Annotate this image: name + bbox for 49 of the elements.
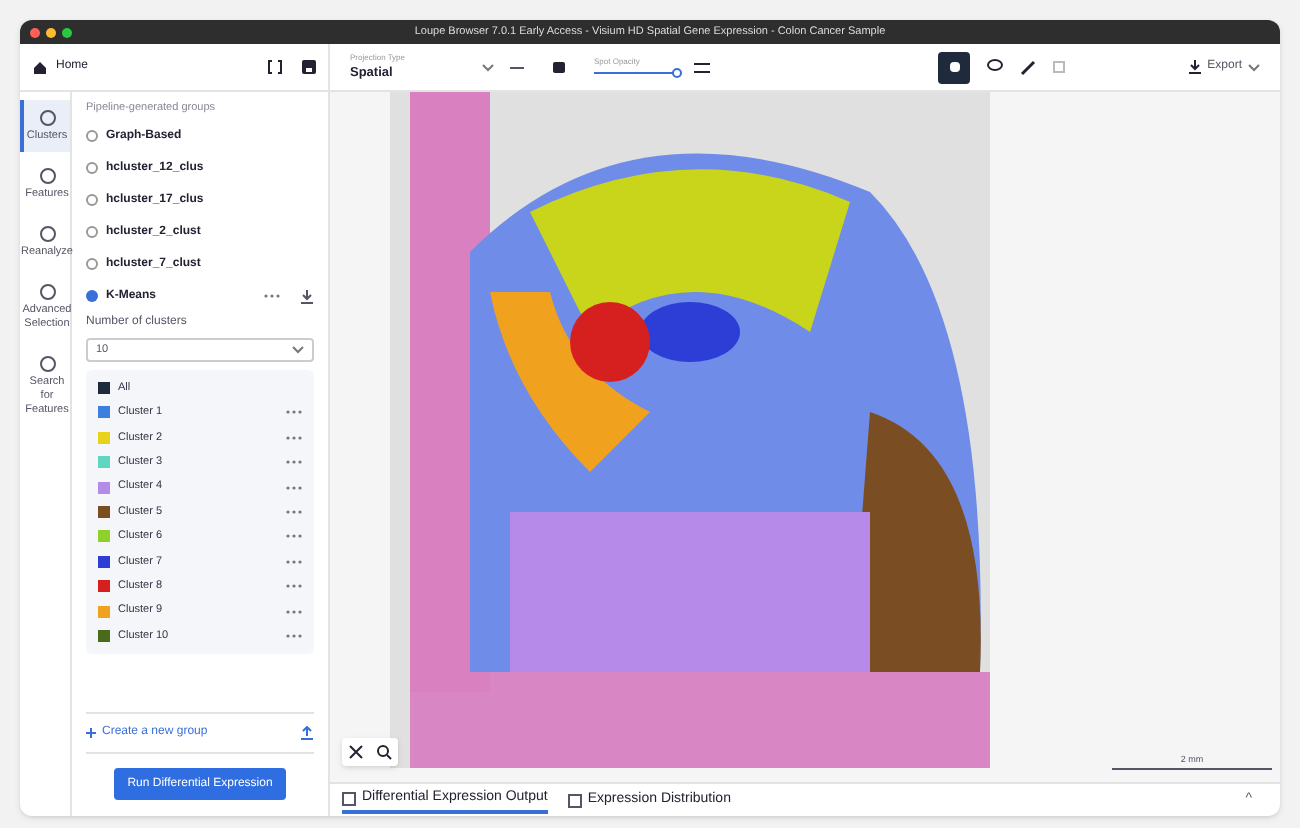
radio-button[interactable] [86, 226, 98, 239]
radio-button[interactable] [86, 162, 98, 175]
more-icon[interactable] [286, 460, 302, 465]
download-icon [1187, 60, 1202, 74]
more-icon[interactable] [286, 435, 302, 440]
radio-button[interactable] [86, 290, 98, 303]
checkbox[interactable] [98, 406, 110, 419]
close-button[interactable] [30, 27, 40, 37]
nav-icon [37, 166, 57, 186]
more-icon[interactable] [286, 633, 302, 638]
more-icon[interactable] [286, 485, 302, 490]
checkbox[interactable] [98, 382, 110, 395]
nav-icon [37, 108, 57, 128]
chevron-down-icon[interactable] [292, 346, 304, 355]
radio-button[interactable] [86, 194, 98, 207]
nav-icon [37, 354, 57, 374]
more-icon[interactable] [286, 609, 302, 614]
checkbox[interactable] [98, 530, 110, 543]
minus-icon[interactable] [510, 65, 524, 69]
tab-icon [567, 793, 582, 807]
checkbox[interactable] [98, 605, 110, 618]
minimize-button[interactable] [46, 27, 56, 37]
nav-icon [37, 282, 57, 302]
zoom-button[interactable] [62, 27, 72, 37]
download-icon[interactable] [300, 289, 314, 304]
more-icon[interactable] [286, 410, 302, 415]
more-icon[interactable] [286, 559, 302, 564]
pan-button[interactable] [938, 51, 970, 83]
plus-icon[interactable] [86, 728, 96, 738]
checkbox[interactable] [98, 629, 110, 642]
chevron-down-icon[interactable] [482, 63, 494, 71]
more-icon[interactable] [286, 534, 302, 539]
chevron-down-icon [1248, 63, 1260, 71]
checkbox[interactable] [98, 580, 110, 593]
zoom-icon[interactable] [376, 744, 392, 760]
home-icon[interactable] [32, 59, 48, 75]
opacity-slider[interactable] [594, 68, 682, 78]
save-icon[interactable] [302, 60, 316, 74]
radio-button[interactable] [86, 130, 98, 143]
more-icon[interactable] [264, 294, 280, 299]
upload-icon[interactable] [300, 726, 314, 740]
nav-icon [37, 224, 57, 244]
radio-button[interactable] [86, 258, 98, 271]
checkbox[interactable] [98, 555, 110, 568]
checkbox[interactable] [98, 506, 110, 518]
checkbox[interactable] [98, 481, 110, 494]
more-icon[interactable] [286, 584, 302, 589]
fullscreen-icon[interactable] [268, 60, 282, 74]
tab-icon [342, 791, 356, 805]
